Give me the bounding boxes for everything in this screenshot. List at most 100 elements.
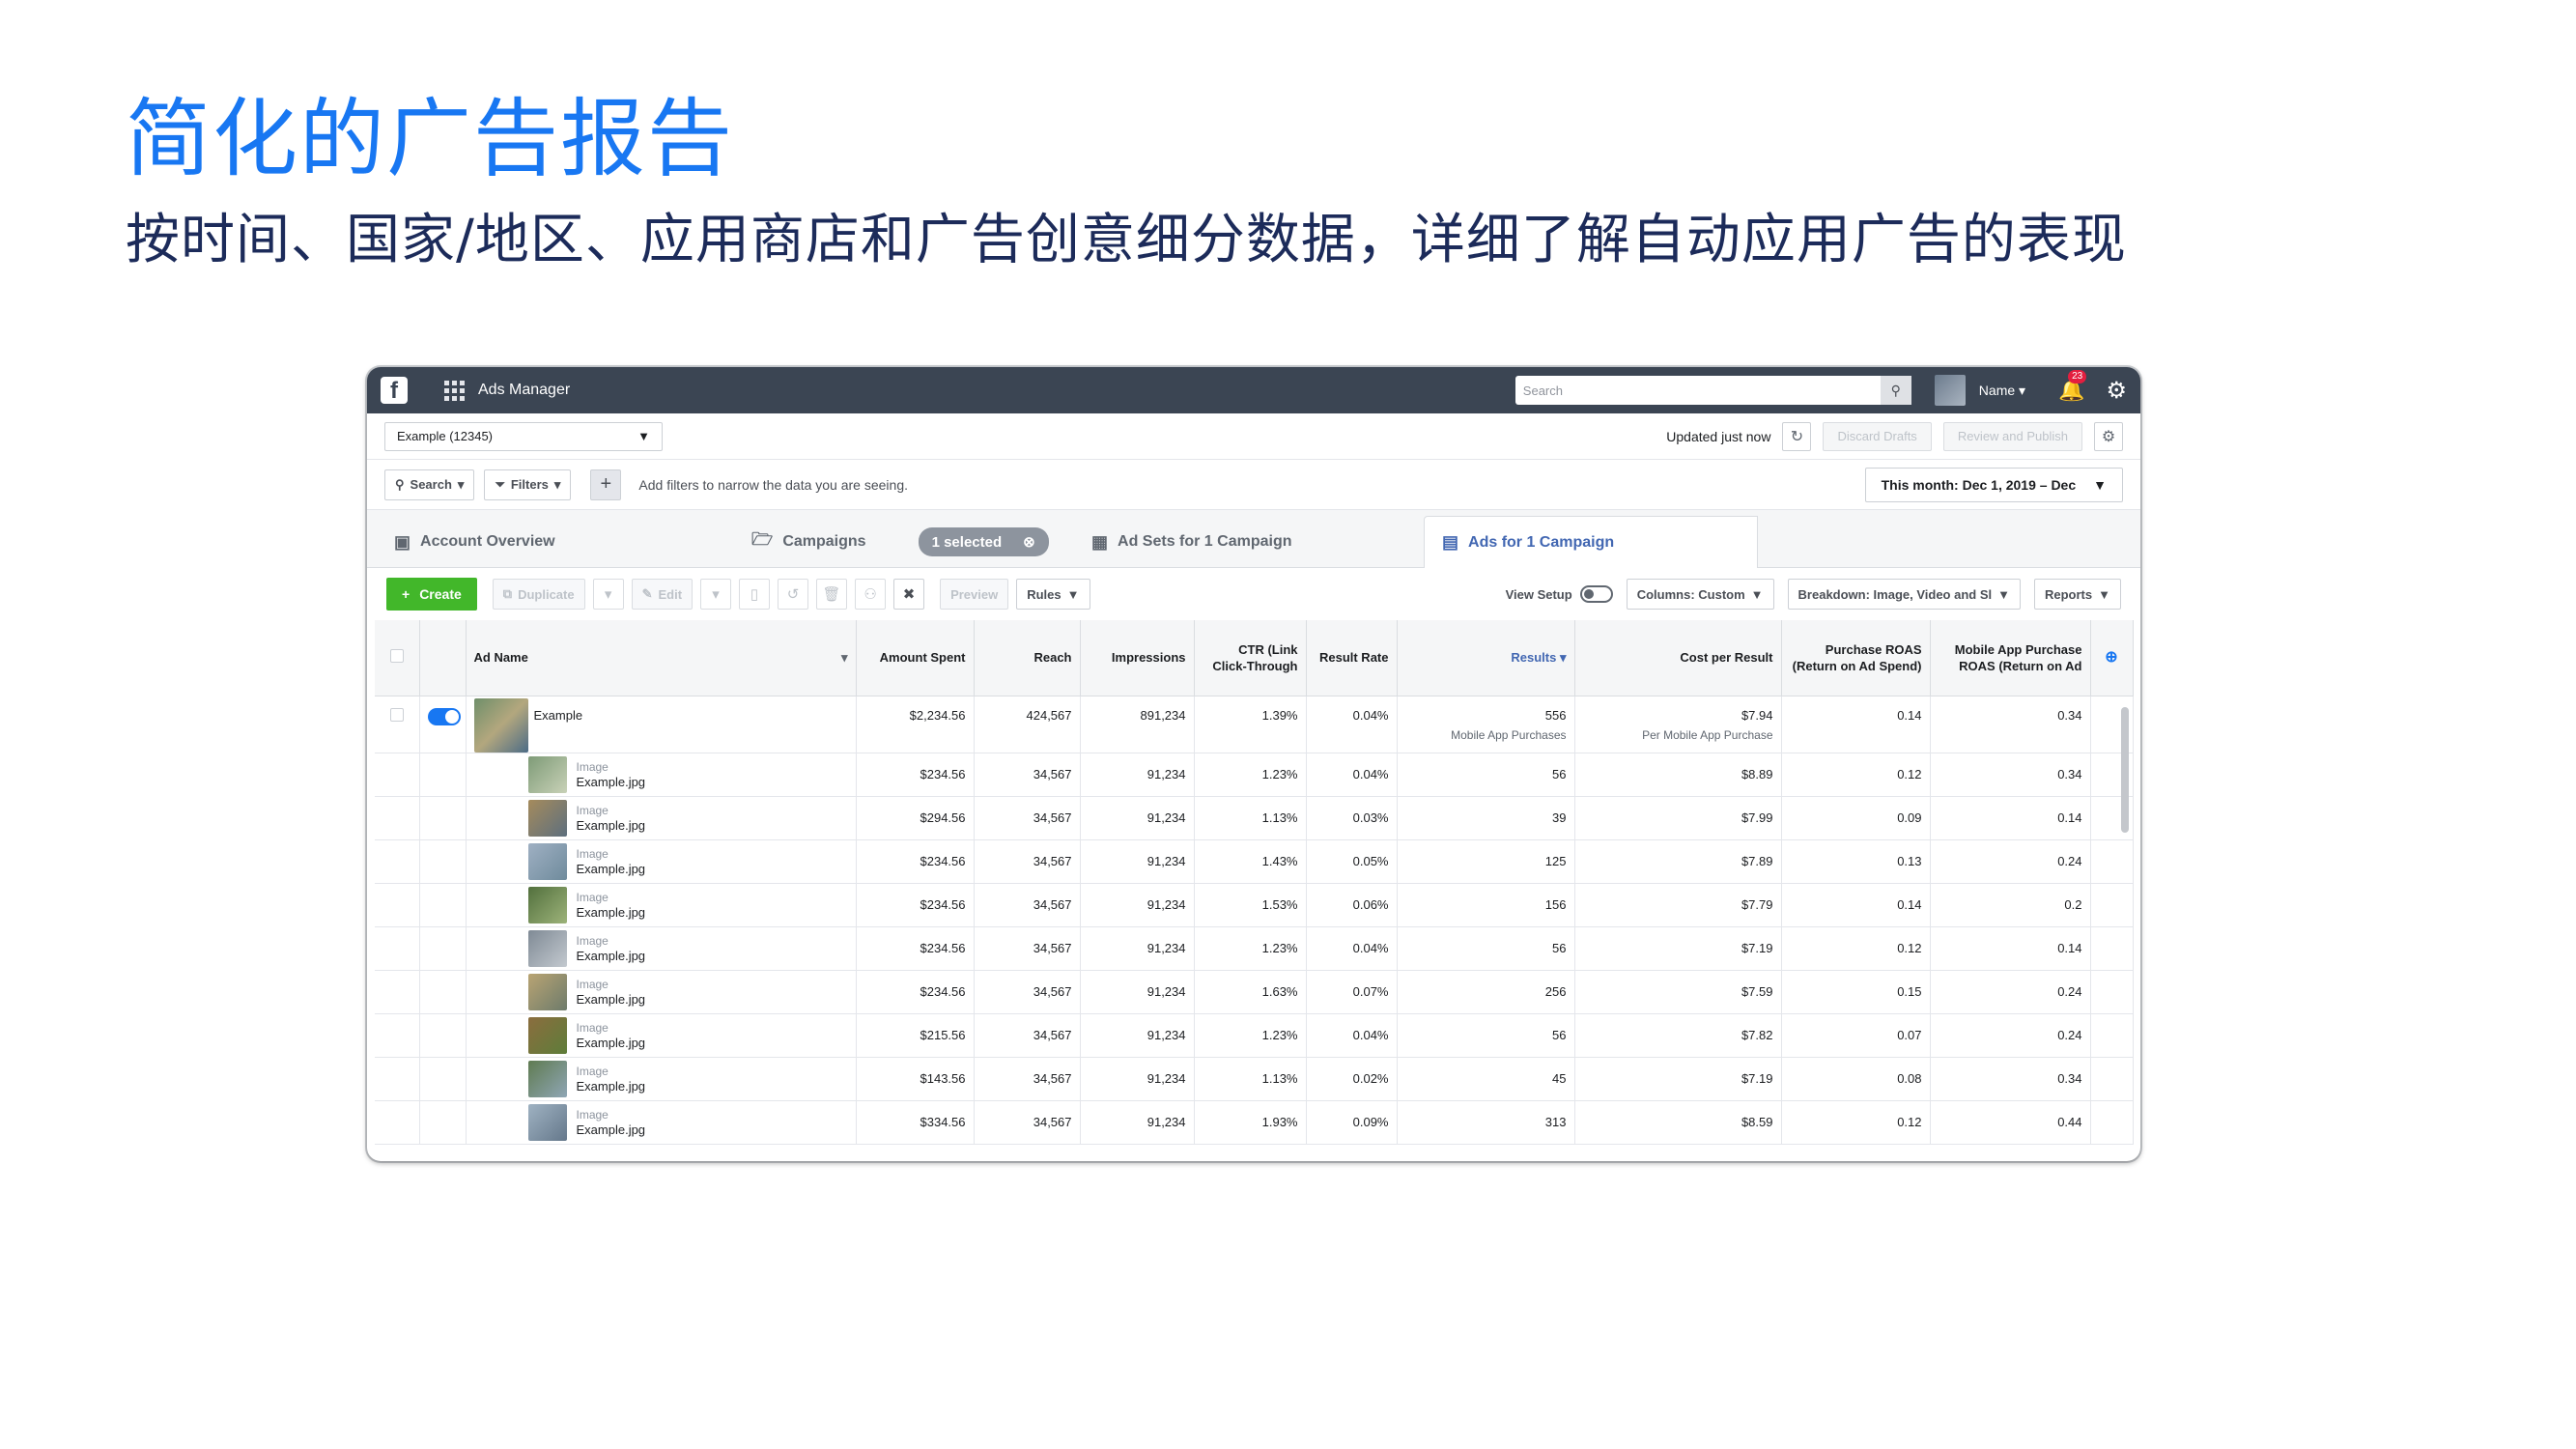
creative-file: Example.jpg [576,817,646,833]
edit-button[interactable]: ✎ Edit [631,579,694,610]
cell-cpr: $7.94 Per Mobile App Purchase [1574,696,1782,753]
ad-name-cell[interactable]: Image Example.jpg [466,753,857,797]
tab-campaigns[interactable]: 🗁 Campaigns 1 selected ⊗ [734,516,1072,568]
tab-ads[interactable]: ▤ Ads for 1 Campaign [1424,516,1758,568]
facebook-logo-icon[interactable]: f [381,377,408,404]
columns-dropdown[interactable]: Columns: Custom ▼ [1626,579,1774,610]
refresh-button[interactable]: ↻ [1782,421,1812,451]
toggle-switch[interactable] [1579,585,1613,603]
delete-button[interactable]: 🗑 [816,579,848,610]
plus-icon: + [600,473,612,495]
search-filter-button[interactable]: ⚲ Search ▾ [384,469,475,500]
cell-cpr: $7.99 [1574,796,1782,840]
select-all-checkbox[interactable] [389,648,404,663]
col-amount-spent[interactable]: Amount Spent [856,620,975,696]
creative-label: Image Example.jpg [577,1107,646,1138]
ad-name-cell[interactable]: Image Example.jpg [466,1013,857,1058]
table-row[interactable]: Image Example.jpg $334.56 34,567 91,234 1.93%… [375,1100,2134,1145]
tab-label: Ads for 1 Campaign [1468,533,1615,551]
selection-pill[interactable]: 1 selected ⊗ [918,527,1049,556]
table-row[interactable]: Example $2,234.56 424,567 891,234 1.39% … [375,696,2134,753]
creative-label: Image Example.jpg [577,933,646,964]
row-select-cell[interactable] [375,696,420,753]
discard-drafts-button[interactable]: Discard Drafts [1823,421,1932,451]
ab-test-button[interactable]: ▯ [739,579,771,610]
search-input[interactable]: Search ⚲ [1514,376,1911,405]
account-select[interactable]: Example (12345) ▼ [384,421,663,451]
breakdown-dropdown[interactable]: Breakdown: Image, Video and Sl ▼ [1787,579,2021,610]
table-row[interactable]: Image Example.jpg $234.56 34,567 91,234 1.23%… [375,926,2134,971]
revert-button[interactable]: ↺ [778,579,809,610]
app-name[interactable]: Ads Manager [478,382,570,399]
col-impressions[interactable]: Impressions [1080,620,1195,696]
cell-mroas: 0.2 [1930,883,2091,927]
ad-name-cell[interactable]: Image Example.jpg [466,970,857,1014]
table-row[interactable]: Image Example.jpg $294.56 34,567 91,234 1.13%… [375,796,2134,840]
add-column-cell[interactable]: ⊕ [2090,620,2134,696]
cell-roas: 0.12 [1781,753,1931,797]
select-all-cell[interactable] [375,620,420,696]
ads-table: Ad Name ▾ Amount Spent Reach Impressions … [375,620,2134,1145]
ad-status-toggle[interactable] [427,707,461,725]
col-results[interactable]: Results ▾ [1397,620,1575,696]
cell-empty [2090,883,2134,927]
ad-name-cell[interactable]: Image Example.jpg [466,883,857,927]
duplicate-button[interactable]: ⧉ Duplicate [492,579,585,610]
notifications-bell-icon[interactable]: 🔔 23 [2058,370,2087,403]
col-result-rate[interactable]: Result Rate [1306,620,1398,696]
row-select-cell [375,1013,420,1058]
create-button[interactable]: + Create [386,578,477,611]
table-row[interactable]: Image Example.jpg $234.56 34,567 91,234 1.43%… [375,839,2134,884]
ad-name-cell[interactable]: Image Example.jpg [466,926,857,971]
filters-button[interactable]: ⏷ Filters ▾ [484,469,572,500]
cell-spent: $234.56 [856,883,975,927]
ad-name-cell[interactable]: Example [466,696,857,753]
col-cost-per-result[interactable]: Cost per Result [1574,620,1782,696]
tag-button[interactable]: ✖ [893,579,925,610]
col-reach[interactable]: Reach [974,620,1081,696]
ad-name-cell[interactable]: Image Example.jpg [466,1100,857,1145]
add-column-icon[interactable]: ⊕ [2105,649,2117,666]
creative-thumbnail [527,929,567,967]
add-filter-button[interactable]: + [590,469,622,500]
date-range-picker[interactable]: This month: Dec 1, 2019 – Dec ▼ [1864,467,2123,502]
ad-name-cell[interactable]: Image Example.jpg [466,796,857,840]
col-ad-name[interactable]: Ad Name ▾ [466,620,857,696]
apps-grid-icon[interactable] [444,380,465,401]
ad-name-cell[interactable]: Image Example.jpg [466,1057,857,1101]
ad-name-cell[interactable]: Image Example.jpg [466,839,857,884]
edit-menu-button[interactable]: ▾ [700,579,732,610]
status-cell[interactable] [419,696,467,753]
tab-account-overview[interactable]: ▣ Account Overview [377,516,724,568]
review-publish-button[interactable]: Review and Publish [1942,421,2082,451]
row-checkbox[interactable] [389,707,404,722]
col-ctr[interactable]: CTR (Link Click-Through [1194,620,1307,696]
avatar[interactable] [1934,375,1966,406]
view-setup-toggle[interactable]: View Setup [1506,585,1613,603]
preview-button[interactable]: Preview [940,579,1009,610]
sort-icon[interactable]: ▾ [841,649,848,666]
table-row[interactable]: Image Example.jpg $234.56 34,567 91,234 1.23%… [375,753,2134,797]
user-menu[interactable]: Name ▾ [1979,383,2025,399]
table-row[interactable]: Image Example.jpg $143.56 34,567 91,234 1.13%… [375,1057,2134,1101]
ad-name[interactable]: Example [534,708,583,723]
audience-button[interactable]: ⚇ [855,579,887,610]
settings-button[interactable]: ⚙ [2094,421,2123,451]
col-purchase-roas[interactable]: Purchase ROAS (Return on Ad Spend) [1781,620,1931,696]
tab-ad-sets[interactable]: ▦ Ad Sets for 1 Campaign [1074,516,1418,568]
table-row[interactable]: Image Example.jpg $234.56 34,567 91,234 1.63%… [375,970,2134,1014]
col-mobile-app-roas[interactable]: Mobile App Purchase ROAS (Return on Ad [1930,620,2091,696]
reports-dropdown[interactable]: Reports ▼ [2034,579,2121,610]
duplicate-menu-button[interactable]: ▾ [592,579,624,610]
account-label: Example (12345) [397,429,493,443]
filter-icon: ⏷ [495,476,505,492]
clear-selection-icon[interactable]: ⊗ [1023,533,1035,551]
rules-button[interactable]: Rules ▼ [1016,579,1090,610]
table-scrollbar[interactable] [2121,707,2129,833]
table-row[interactable]: Image Example.jpg $215.56 34,567 91,234 1.23%… [375,1013,2134,1058]
table-row[interactable]: Image Example.jpg $234.56 34,567 91,234 1.53%… [375,883,2134,927]
cell-roas: 0.07 [1781,1013,1931,1058]
status-cell [419,796,467,840]
settings-gear-icon[interactable]: ⚙ [2106,377,2127,405]
search-icon[interactable]: ⚲ [1880,376,1911,405]
